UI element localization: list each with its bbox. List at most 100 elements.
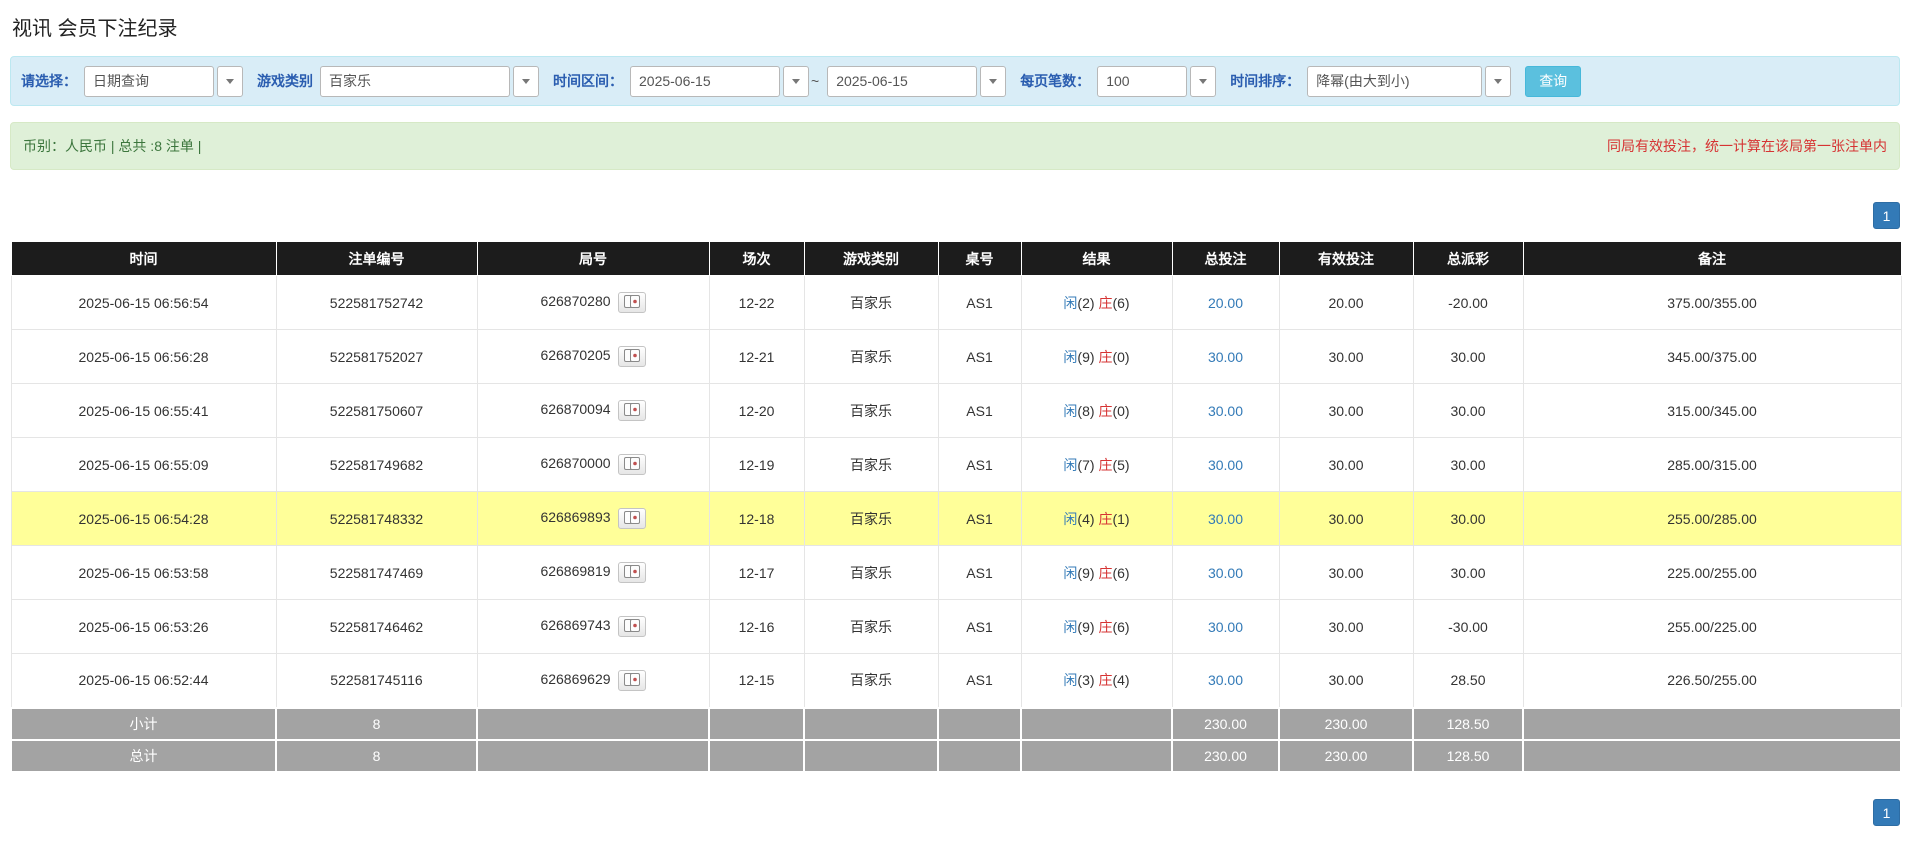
cell-total-bet: 30.00 [1172, 384, 1279, 438]
cell-result: 闲(3) 庄(4) [1021, 654, 1172, 708]
game-type-input[interactable] [320, 66, 510, 97]
cell-time: 2025-06-15 06:54:28 [11, 492, 276, 546]
cell-remark: 315.00/345.00 [1523, 384, 1901, 438]
cell-result: 闲(8) 庄(0) [1021, 384, 1172, 438]
total-bet-link[interactable]: 30.00 [1208, 565, 1243, 581]
date-range-group: 时间区间： ~ [553, 66, 1006, 97]
date-from-dropdown-button[interactable] [783, 66, 809, 97]
sort-order-dropdown-button[interactable] [1485, 66, 1511, 97]
date-from-input[interactable] [630, 66, 780, 97]
cell-payout: 28.50 [1413, 654, 1523, 708]
date-to-input[interactable] [827, 66, 977, 97]
query-type-group: 请选择： [21, 66, 243, 97]
cell-table-no: AS1 [938, 384, 1021, 438]
cell-game-type: 百家乐 [804, 546, 938, 600]
cell-remark: 255.00/285.00 [1523, 492, 1901, 546]
cell-table-no: AS1 [938, 276, 1021, 330]
filter-bar: 请选择： 游戏类别 时间区间： ~ [10, 56, 1900, 106]
column-header: 备注 [1523, 242, 1901, 276]
total-bet-link[interactable]: 30.00 [1208, 511, 1243, 527]
view-round-button[interactable] [618, 400, 646, 421]
game-type-dropdown-button[interactable] [513, 66, 539, 97]
view-round-button[interactable] [618, 508, 646, 529]
cell-payout: 30.00 [1413, 492, 1523, 546]
view-round-button[interactable] [618, 562, 646, 583]
subtotal-row: 小计 8 230.00 230.00 128.50 [11, 708, 1901, 740]
page-button-1[interactable]: 1 [1873, 799, 1900, 826]
cell-result: 闲(2) 庄(6) [1021, 276, 1172, 330]
cell-bet-id: 522581746462 [276, 600, 477, 654]
caret-down-icon [1199, 79, 1207, 84]
search-button[interactable]: 查询 [1525, 66, 1581, 97]
cell-game-type: 百家乐 [804, 384, 938, 438]
cell-total-bet: 30.00 [1172, 438, 1279, 492]
page-button-1[interactable]: 1 [1873, 202, 1900, 229]
view-round-button[interactable] [618, 292, 646, 313]
roadmap-icon [624, 565, 640, 578]
view-round-button[interactable] [618, 454, 646, 475]
total-row: 总计 8 230.00 230.00 128.50 [11, 740, 1901, 772]
banker-result: 庄 [1098, 511, 1112, 527]
sort-order-combobox [1307, 66, 1511, 97]
cell-valid-bet: 30.00 [1279, 600, 1413, 654]
page-size-dropdown-button[interactable] [1190, 66, 1216, 97]
column-header: 总派彩 [1413, 242, 1523, 276]
total-bet-link[interactable]: 20.00 [1208, 295, 1243, 311]
table-row: 2025-06-15 06:53:26522581746462626869743… [11, 600, 1901, 654]
cell-game-type: 百家乐 [804, 654, 938, 708]
column-header: 结果 [1021, 242, 1172, 276]
query-type-dropdown-button[interactable] [217, 66, 243, 97]
total-bet-link[interactable]: 30.00 [1208, 619, 1243, 635]
cell-payout: 30.00 [1413, 330, 1523, 384]
column-header: 有效投注 [1279, 242, 1413, 276]
player-result: 闲 [1063, 511, 1077, 527]
cell-table-no: AS1 [938, 654, 1021, 708]
subtotal-payout: 128.50 [1413, 708, 1523, 740]
total-bet-link[interactable]: 30.00 [1208, 403, 1243, 419]
table-row: 2025-06-15 06:52:44522581745116626869629… [11, 654, 1901, 708]
view-round-button[interactable] [618, 616, 646, 637]
subtotal-count: 8 [276, 708, 477, 740]
cell-result: 闲(4) 庄(1) [1021, 492, 1172, 546]
cell-table-no: AS1 [938, 546, 1021, 600]
header-row: 时间注单编号局号场次游戏类别桌号结果总投注有效投注总派彩备注 [11, 242, 1901, 276]
total-bet-link[interactable]: 30.00 [1208, 457, 1243, 473]
cell-session: 12-22 [709, 276, 804, 330]
cell-table-no: AS1 [938, 600, 1021, 654]
view-round-button[interactable] [618, 346, 646, 367]
column-header: 注单编号 [276, 242, 477, 276]
cell-round: 626870000 [477, 438, 709, 492]
view-round-button[interactable] [618, 670, 646, 691]
cell-table-no: AS1 [938, 330, 1021, 384]
banker-result: 庄 [1098, 565, 1112, 581]
cell-round: 626869819 [477, 546, 709, 600]
total-bet-link[interactable]: 30.00 [1208, 349, 1243, 365]
cell-remark: 226.50/255.00 [1523, 654, 1901, 708]
date-to-dropdown-button[interactable] [980, 66, 1006, 97]
cell-total-bet: 30.00 [1172, 600, 1279, 654]
cell-session: 12-21 [709, 330, 804, 384]
table-row: 2025-06-15 06:55:09522581749682626870000… [11, 438, 1901, 492]
cell-valid-bet: 30.00 [1279, 546, 1413, 600]
cell-payout: -20.00 [1413, 276, 1523, 330]
cell-time: 2025-06-15 06:56:54 [11, 276, 276, 330]
cell-remark: 375.00/355.00 [1523, 276, 1901, 330]
cell-valid-bet: 20.00 [1279, 276, 1413, 330]
cell-payout: -30.00 [1413, 600, 1523, 654]
total-bet-link[interactable]: 30.00 [1208, 672, 1243, 688]
cell-bet-id: 522581748332 [276, 492, 477, 546]
page-title: 视讯 会员下注纪录 [12, 16, 1900, 42]
round-number: 626869743 [540, 617, 610, 633]
game-type-combobox [320, 66, 539, 97]
banker-result: 庄 [1098, 672, 1112, 688]
cell-remark: 255.00/225.00 [1523, 600, 1901, 654]
roadmap-icon [624, 673, 640, 686]
pagination-bottom: 1 [10, 799, 1900, 826]
cell-valid-bet: 30.00 [1279, 654, 1413, 708]
query-type-input[interactable] [84, 66, 214, 97]
sort-order-input[interactable] [1307, 66, 1482, 97]
roadmap-icon [624, 349, 640, 362]
page-size-input[interactable] [1097, 66, 1187, 97]
round-number: 626870094 [540, 401, 610, 417]
cell-total-bet: 20.00 [1172, 276, 1279, 330]
